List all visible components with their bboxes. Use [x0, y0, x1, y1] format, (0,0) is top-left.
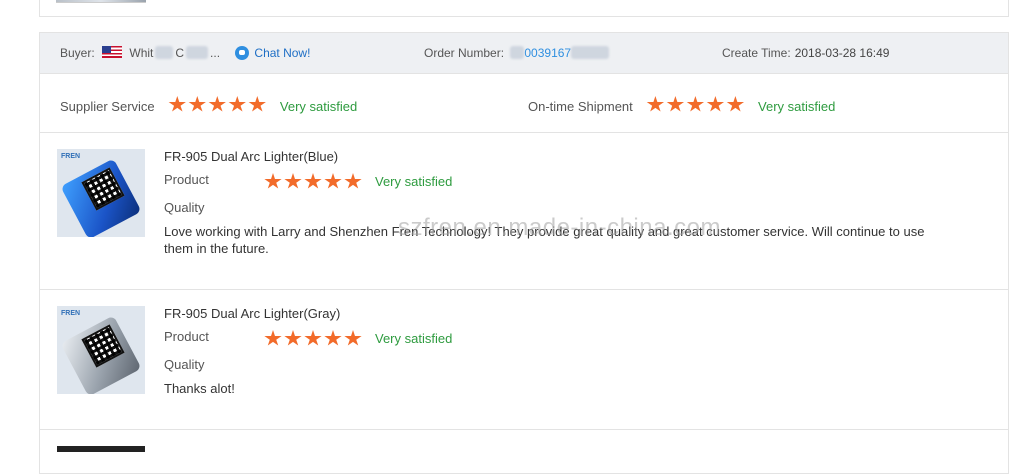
review-item: FREN FR-905 Dual Arc Lighter(Gray) Produ… — [40, 290, 1008, 430]
star-icon — [686, 96, 705, 112]
star-icon — [264, 173, 282, 189]
watermark: szfren.en.made-in-china.com — [398, 214, 721, 241]
supplier-service-rating: Supplier Service Very satisfied — [60, 96, 357, 116]
order-number-value[interactable]: 0039167 — [524, 46, 571, 60]
product-thumbnail[interactable]: FREN — [57, 306, 145, 394]
quality-label: Quality — [164, 357, 205, 372]
product-thumbnail[interactable]: FREN — [57, 149, 145, 237]
star-icon — [706, 96, 725, 112]
product-thumbnail[interactable] — [57, 446, 145, 452]
star-icon — [248, 96, 266, 112]
product-title[interactable]: FR-905 Dual Arc Lighter(Gray) — [164, 306, 954, 321]
product-quality-rating: Product Very satisfied — [164, 172, 954, 194]
review-item-partial — [40, 430, 1008, 470]
star-icon — [304, 173, 322, 189]
quality-label: Quality — [164, 200, 205, 215]
buyer-info: Buyer: Whit C... Chat Now! — [60, 46, 310, 60]
thumbnail-brand: FREN — [61, 153, 81, 160]
thumbnail-brand: FREN — [61, 310, 81, 317]
chat-icon[interactable] — [235, 46, 250, 60]
product-stars — [264, 330, 364, 350]
product-stars — [264, 173, 364, 193]
create-time: Create Time: 2018-03-28 16:49 — [722, 46, 889, 60]
star-icon — [284, 330, 302, 346]
supplier-service-text: Very satisfied — [279, 99, 358, 114]
star-icon — [264, 330, 282, 346]
order-header: Buyer: Whit C... Chat Now! Order Number: … — [40, 33, 1008, 74]
star-icon — [228, 96, 246, 112]
shipment-text: Very satisfied — [758, 99, 836, 114]
us-flag-icon — [102, 46, 123, 58]
product-quality-rating: Product Very satisfied — [164, 329, 954, 351]
shipment-stars — [646, 96, 746, 116]
star-icon — [284, 173, 302, 189]
product-rating-text: Very satisfied — [375, 174, 453, 189]
star-icon — [344, 173, 362, 189]
product-title[interactable]: FR-905 Dual Arc Lighter(Blue) — [164, 149, 954, 164]
star-icon — [666, 96, 685, 112]
product-label: Product — [164, 172, 209, 187]
previous-review-card — [39, 0, 1009, 17]
supplier-service-stars — [168, 96, 268, 116]
order-number: Order Number: 0039167 — [424, 46, 610, 60]
star-icon — [726, 96, 745, 112]
previous-product-thumbnail[interactable] — [56, 0, 146, 3]
order-number-label: Order Number: — [424, 46, 505, 60]
shipment-label: On-time Shipment — [528, 99, 633, 114]
product-label: Product — [164, 329, 209, 344]
star-icon — [188, 96, 206, 112]
star-icon — [324, 173, 342, 189]
buyer-name: Whit C... — [129, 46, 221, 60]
product-title-partial[interactable] — [164, 444, 954, 452]
supplier-rating-row: Supplier Service Very satisfied On-time … — [40, 74, 1008, 133]
star-icon — [646, 96, 665, 112]
star-icon — [304, 330, 322, 346]
supplier-service-label: Supplier Service — [60, 99, 155, 114]
star-icon — [168, 96, 186, 112]
chat-now-link[interactable]: Chat Now! — [254, 46, 310, 60]
star-icon — [344, 330, 362, 346]
review-item: FREN FR-905 Dual Arc Lighter(Blue) Produ… — [40, 133, 1008, 290]
order-review-card: Buyer: Whit C... Chat Now! Order Number: … — [39, 32, 1009, 474]
product-rating-text: Very satisfied — [375, 331, 453, 346]
star-icon — [208, 96, 226, 112]
review-comment: Thanks alot! — [164, 381, 235, 396]
star-icon — [324, 330, 342, 346]
create-time-value: 2018-03-28 16:49 — [794, 46, 890, 60]
buyer-label: Buyer: — [60, 46, 95, 60]
create-time-label: Create Time: — [722, 46, 791, 60]
shipment-rating: On-time Shipment Very satisfied — [528, 96, 835, 116]
